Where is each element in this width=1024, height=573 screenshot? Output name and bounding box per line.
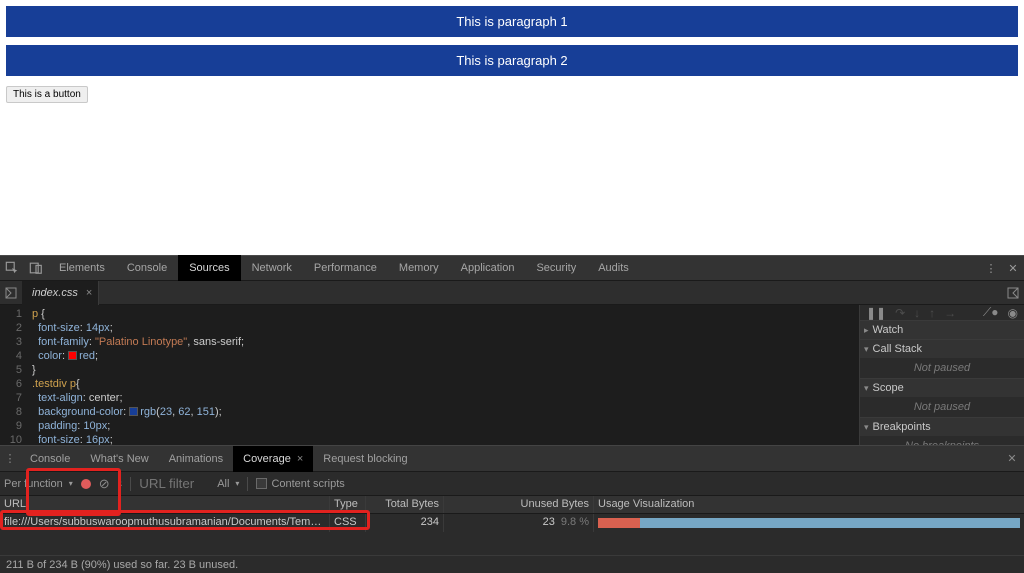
navigator-toggle-icon[interactable]: [0, 287, 22, 299]
main-tab-elements[interactable]: Elements: [48, 255, 116, 281]
cell-total: 234: [366, 514, 444, 532]
debugger-section-call-stack[interactable]: Call Stack: [860, 340, 1024, 358]
devtools-drawer: ⋮ ConsoleWhat's NewAnimationsCoverage×Re…: [0, 445, 1024, 573]
file-tab-label: index.css: [32, 287, 78, 299]
cell-unused: 239.8 %: [444, 514, 594, 532]
col-type[interactable]: Type: [330, 496, 366, 513]
step-icon[interactable]: →: [944, 306, 956, 320]
more-tabs-icon[interactable]: [1002, 287, 1024, 299]
coverage-row[interactable]: file:///Users/subbuswaroopmuthusubramani…: [0, 514, 1024, 532]
pause-icon[interactable]: ❚❚: [866, 306, 886, 320]
devtools-menu-icon[interactable]: ⋮: [980, 255, 1002, 281]
col-total-bytes[interactable]: Total Bytes: [366, 496, 444, 513]
col-url[interactable]: URL: [0, 496, 330, 513]
col-usage-viz[interactable]: Usage Visualization: [594, 496, 1024, 513]
drawer-tab-console[interactable]: Console: [20, 446, 80, 472]
paragraph-2: This is paragraph 2: [6, 45, 1018, 76]
devtools-panel: ElementsConsoleSourcesNetworkPerformance…: [0, 255, 1024, 573]
main-tab-application[interactable]: Application: [450, 255, 526, 281]
url-filter-input[interactable]: [139, 476, 209, 491]
step-over-icon[interactable]: ↷: [895, 306, 905, 320]
main-tab-memory[interactable]: Memory: [388, 255, 450, 281]
close-file-tab-icon[interactable]: ×: [86, 287, 92, 299]
main-tab-audits[interactable]: Audits: [587, 255, 640, 281]
main-tab-console[interactable]: Console: [116, 255, 178, 281]
cell-url: file:///Users/subbuswaroopmuthusubramani…: [0, 514, 330, 532]
inspect-element-icon[interactable]: [0, 255, 24, 281]
paragraph-1: This is paragraph 1: [6, 6, 1018, 37]
drawer-tab-animations[interactable]: Animations: [159, 446, 233, 472]
coverage-mode-select[interactable]: Per function: [4, 478, 73, 490]
step-into-icon[interactable]: ↓: [914, 306, 920, 320]
debugger-section-body: Not paused: [860, 358, 1024, 378]
drawer-close-icon[interactable]: ✕: [1000, 452, 1024, 465]
type-filter-select[interactable]: All: [217, 478, 239, 490]
close-drawer-tab-icon[interactable]: ×: [297, 453, 303, 465]
deactivate-breakpoints-icon[interactable]: ⟋●: [983, 305, 999, 320]
devtools-close-icon[interactable]: ✕: [1002, 255, 1024, 281]
clear-icon[interactable]: ⊘: [99, 476, 110, 492]
code-editor[interactable]: 123456789101112131415 p { font-size: 14p…: [0, 305, 859, 456]
drawer-tab-request-blocking[interactable]: Request blocking: [313, 446, 417, 472]
content-scripts-checkbox[interactable]: Content scripts: [256, 478, 344, 490]
file-tab-index-css[interactable]: index.css ×: [22, 281, 99, 305]
debugger-section-breakpoints[interactable]: Breakpoints: [860, 418, 1024, 436]
export-icon[interactable]: ⭳: [118, 473, 123, 495]
coverage-toolbar: Per function ⊘ ⭳ All Content scripts: [0, 472, 1024, 496]
main-tab-security[interactable]: Security: [525, 255, 587, 281]
coverage-status-bar: 211 B of 234 B (90%) used so far. 23 B u…: [0, 555, 1024, 573]
coverage-status-text: 211 B of 234 B (90%) used so far. 23 B u…: [6, 559, 238, 571]
debugger-toolbar: ❚❚ ↷ ↓ ↑ → ⟋● ◉: [860, 305, 1024, 321]
drawer-tabs: ⋮ ConsoleWhat's NewAnimationsCoverage×Re…: [0, 446, 1024, 472]
main-tab-sources[interactable]: Sources: [178, 255, 240, 281]
debugger-section-body: Not paused: [860, 397, 1024, 417]
main-tab-performance[interactable]: Performance: [303, 255, 388, 281]
cell-viz: [594, 514, 1024, 532]
devtools-main-toolbar: ElementsConsoleSourcesNetworkPerformance…: [0, 255, 1024, 281]
demo-button[interactable]: This is a button: [6, 86, 88, 103]
debugger-section-watch[interactable]: Watch: [860, 321, 1024, 339]
debugger-section-scope[interactable]: Scope: [860, 379, 1024, 397]
pause-on-exceptions-icon[interactable]: ◉: [1008, 306, 1018, 320]
main-tab-network[interactable]: Network: [241, 255, 303, 281]
record-icon[interactable]: [81, 479, 91, 489]
drawer-menu-icon[interactable]: ⋮: [0, 452, 20, 465]
drawer-tab-what-s-new[interactable]: What's New: [80, 446, 158, 472]
step-out-icon[interactable]: ↑: [929, 306, 935, 320]
col-unused-bytes[interactable]: Unused Bytes: [444, 496, 594, 513]
drawer-tab-coverage[interactable]: Coverage×: [233, 446, 313, 472]
device-toolbar-icon[interactable]: [24, 255, 48, 281]
cell-type: CSS: [330, 514, 366, 532]
coverage-table-header: URL Type Total Bytes Unused Bytes Usage …: [0, 496, 1024, 514]
rendered-page: This is paragraph 1 This is paragraph 2 …: [0, 0, 1024, 255]
sources-file-tabs: index.css ×: [0, 281, 1024, 305]
